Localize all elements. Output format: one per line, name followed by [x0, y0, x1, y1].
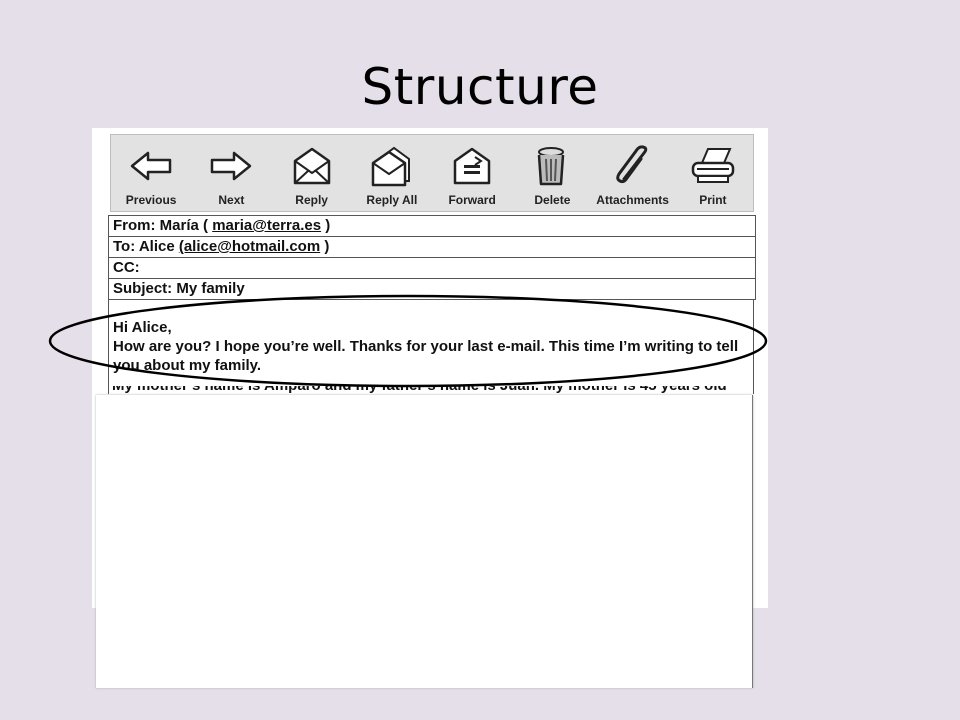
cc-row: CC:: [109, 258, 755, 279]
arrow-left-icon: [130, 151, 172, 181]
forward-envelope-icon: [453, 147, 491, 185]
from-suffix: ): [321, 217, 331, 234]
reply-label: Reply: [295, 193, 328, 207]
to-suffix: ): [320, 238, 330, 255]
trash-icon: [538, 147, 565, 186]
delete-button[interactable]: Delete: [515, 145, 589, 207]
attachments-label: Attachments: [596, 193, 669, 207]
print-label: Print: [699, 193, 727, 207]
previous-label: Previous: [125, 193, 177, 207]
delete-label: Delete: [534, 193, 571, 207]
forward-button[interactable]: Forward: [435, 145, 509, 207]
to-prefix: To: Alice: [113, 238, 179, 255]
next-label: Next: [218, 193, 245, 207]
reply-button[interactable]: Reply: [275, 145, 349, 207]
email-headers: From: María ( maria@terra.es ) To: Alice…: [108, 215, 756, 300]
slide-title: Structure: [361, 58, 599, 116]
to-row: To: Alice (alice@hotmail.com ): [109, 237, 755, 258]
paperclip-icon: [615, 145, 647, 184]
printer-icon: [691, 148, 735, 183]
blank-panel: [96, 395, 753, 688]
to-email-link[interactable]: (alice@hotmail.com: [179, 238, 320, 255]
from-row: From: María ( maria@terra.es ): [109, 216, 755, 237]
from-email-link[interactable]: maria@terra.es: [212, 217, 321, 234]
forward-label: Forward: [448, 193, 496, 207]
envelope-icon: [293, 147, 330, 185]
previous-button[interactable]: Previous: [114, 145, 188, 207]
from-prefix: From: María (: [113, 217, 213, 234]
arrow-right-icon: [211, 151, 252, 181]
highlight-ellipse: [48, 294, 768, 388]
reply-all-button[interactable]: Reply All: [355, 145, 429, 207]
email-toolbar: Previous Next Reply Reply All Forward De…: [110, 134, 754, 212]
next-button[interactable]: Next: [194, 145, 268, 207]
stacked-envelopes-icon: [371, 146, 410, 187]
reply-all-label: Reply All: [366, 193, 418, 207]
print-button[interactable]: Print: [676, 145, 750, 207]
panel-border: [752, 395, 753, 688]
attachments-button[interactable]: Attachments: [596, 145, 670, 207]
